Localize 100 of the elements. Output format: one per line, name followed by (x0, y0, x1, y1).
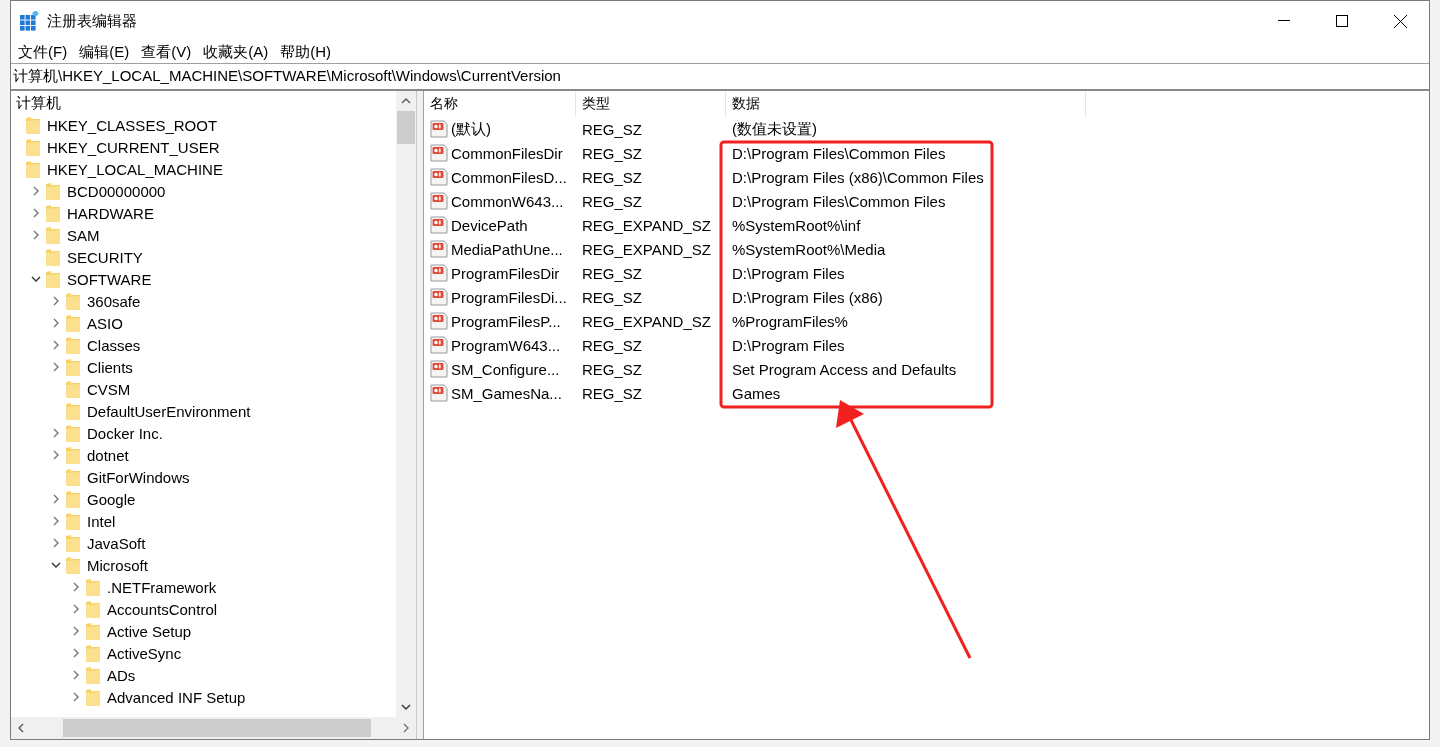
string-value-icon (430, 288, 448, 306)
tree-item[interactable]: SAM (11, 224, 396, 246)
expand-chevron-icon[interactable] (51, 494, 61, 504)
tree-item[interactable]: .NETFramework (11, 576, 396, 598)
scroll-down-icon[interactable] (401, 702, 411, 712)
expand-chevron-icon[interactable] (71, 648, 81, 658)
expand-chevron-icon[interactable] (71, 670, 81, 680)
tree-item[interactable]: CVSM (11, 378, 396, 400)
string-value-icon (430, 384, 448, 402)
menu-item[interactable]: 编辑(E) (74, 42, 137, 62)
tree-item[interactable]: HKEY_CURRENT_USER (11, 136, 396, 158)
tree-item[interactable]: ADs (11, 664, 396, 686)
expand-chevron-icon[interactable] (31, 186, 41, 196)
value-data: %ProgramFiles% (731, 312, 849, 330)
value-data: D:\Program Files\Common Files (731, 192, 947, 210)
menu-item[interactable]: 帮助(H) (275, 42, 338, 62)
tree-item[interactable]: Clients (11, 356, 396, 378)
value-name[interactable]: DevicePath (451, 216, 528, 234)
tree-item[interactable]: Google (11, 488, 396, 510)
tree-item[interactable]: 360safe (11, 290, 396, 312)
value-name[interactable]: ProgramFilesDir (451, 264, 560, 282)
value-data: %SystemRoot%\Media (731, 240, 887, 258)
expand-chevron-icon[interactable] (31, 230, 41, 240)
value-name[interactable]: CommonFilesD... (451, 168, 567, 186)
scrollbar-thumb[interactable] (397, 111, 415, 144)
value-type: REG_SZ (581, 336, 643, 354)
tree-item[interactable]: ASIO (11, 312, 396, 334)
value-name[interactable]: ProgramW643... (451, 336, 561, 354)
tree-item[interactable]: DefaultUserEnvironment (11, 400, 396, 422)
value-data: Games (731, 384, 782, 402)
value-data: D:\Program Files (731, 336, 846, 354)
tree-item[interactable]: SECURITY (11, 246, 396, 268)
folder-icon (66, 336, 80, 354)
tree-item[interactable]: GitForWindows (11, 466, 396, 488)
tree-item[interactable]: SOFTWARE (11, 268, 396, 290)
tree-item[interactable]: HARDWARE (11, 202, 396, 224)
expand-chevron-icon[interactable] (71, 692, 81, 702)
scrollbar-thumb[interactable] (63, 719, 371, 737)
window-title: 注册表编辑器 (47, 11, 137, 31)
expand-chevron-icon[interactable] (51, 362, 61, 372)
column-header[interactable]: 类型 (576, 91, 726, 117)
tree-item[interactable]: ActiveSync (11, 642, 396, 664)
tree-item[interactable]: dotnet (11, 444, 396, 466)
tree-item[interactable]: 计算机 (11, 92, 396, 114)
folder-icon (66, 446, 80, 464)
horizontal-scrollbar[interactable] (11, 717, 416, 739)
string-value-icon (430, 264, 448, 282)
folder-icon (46, 270, 60, 288)
value-name[interactable]: ProgramFilesDi... (451, 288, 567, 306)
value-data: Set Program Access and Defaults (731, 360, 958, 378)
expand-chevron-icon[interactable] (51, 450, 61, 460)
value-name[interactable]: CommonFilesDir (451, 144, 563, 162)
value-name[interactable]: MediaPathUne... (451, 240, 563, 258)
expand-chevron-icon[interactable] (51, 516, 61, 526)
maximize-icon (1336, 15, 1348, 27)
expand-chevron-icon[interactable] (71, 604, 81, 614)
minimize-icon (1278, 20, 1290, 22)
tree-item[interactable]: HKEY_LOCAL_MACHINE (11, 158, 396, 180)
menu-item[interactable]: 文件(F) (13, 42, 75, 62)
value-data: %SystemRoot%\inf (731, 216, 862, 234)
column-header[interactable]: 名称 (424, 91, 576, 117)
value-name[interactable]: (默认) (451, 119, 491, 139)
menu-item[interactable]: 查看(V) (136, 42, 199, 62)
expand-chevron-icon[interactable] (51, 318, 61, 328)
scroll-left-icon[interactable] (16, 723, 26, 733)
value-data: D:\Program Files (731, 264, 846, 282)
tree-item[interactable]: Classes (11, 334, 396, 356)
expand-chevron-icon[interactable] (51, 340, 61, 350)
value-name[interactable]: SM_Configure... (451, 360, 560, 378)
column-header[interactable]: 数据 (726, 91, 1086, 117)
tree-item[interactable]: JavaSoft (11, 532, 396, 554)
expand-chevron-icon[interactable] (31, 208, 41, 218)
tree-item[interactable]: Advanced INF Setup (11, 686, 396, 708)
expand-chevron-icon[interactable] (71, 626, 81, 636)
value-name[interactable]: ProgramFilesP... (451, 312, 561, 330)
collapse-chevron-icon[interactable] (51, 560, 61, 570)
tree-item[interactable]: Docker Inc. (11, 422, 396, 444)
folder-icon (46, 182, 60, 200)
value-data: (数值未设置) (731, 119, 818, 139)
expand-chevron-icon[interactable] (51, 538, 61, 548)
value-name[interactable]: CommonW643... (451, 192, 564, 210)
folder-icon (66, 424, 80, 442)
tree-item[interactable]: Intel (11, 510, 396, 532)
scroll-up-icon[interactable] (401, 96, 411, 106)
expand-chevron-icon[interactable] (71, 582, 81, 592)
folder-icon (86, 622, 100, 640)
vertical-scrollbar[interactable] (396, 91, 416, 717)
collapse-chevron-icon[interactable] (31, 274, 41, 284)
tree-item[interactable]: BCD00000000 (11, 180, 396, 202)
folder-icon (46, 248, 60, 266)
tree-item[interactable]: HKEY_CLASSES_ROOT (11, 114, 396, 136)
value-name[interactable]: SM_GamesNa... (451, 384, 562, 402)
tree-item[interactable]: AccountsControl (11, 598, 396, 620)
expand-chevron-icon[interactable] (51, 296, 61, 306)
tree-item[interactable]: Microsoft (11, 554, 396, 576)
menu-item[interactable]: 收藏夹(A) (198, 42, 276, 62)
expand-chevron-icon[interactable] (51, 428, 61, 438)
folder-icon (26, 116, 40, 134)
scroll-right-icon[interactable] (401, 723, 411, 733)
tree-item[interactable]: Active Setup (11, 620, 396, 642)
